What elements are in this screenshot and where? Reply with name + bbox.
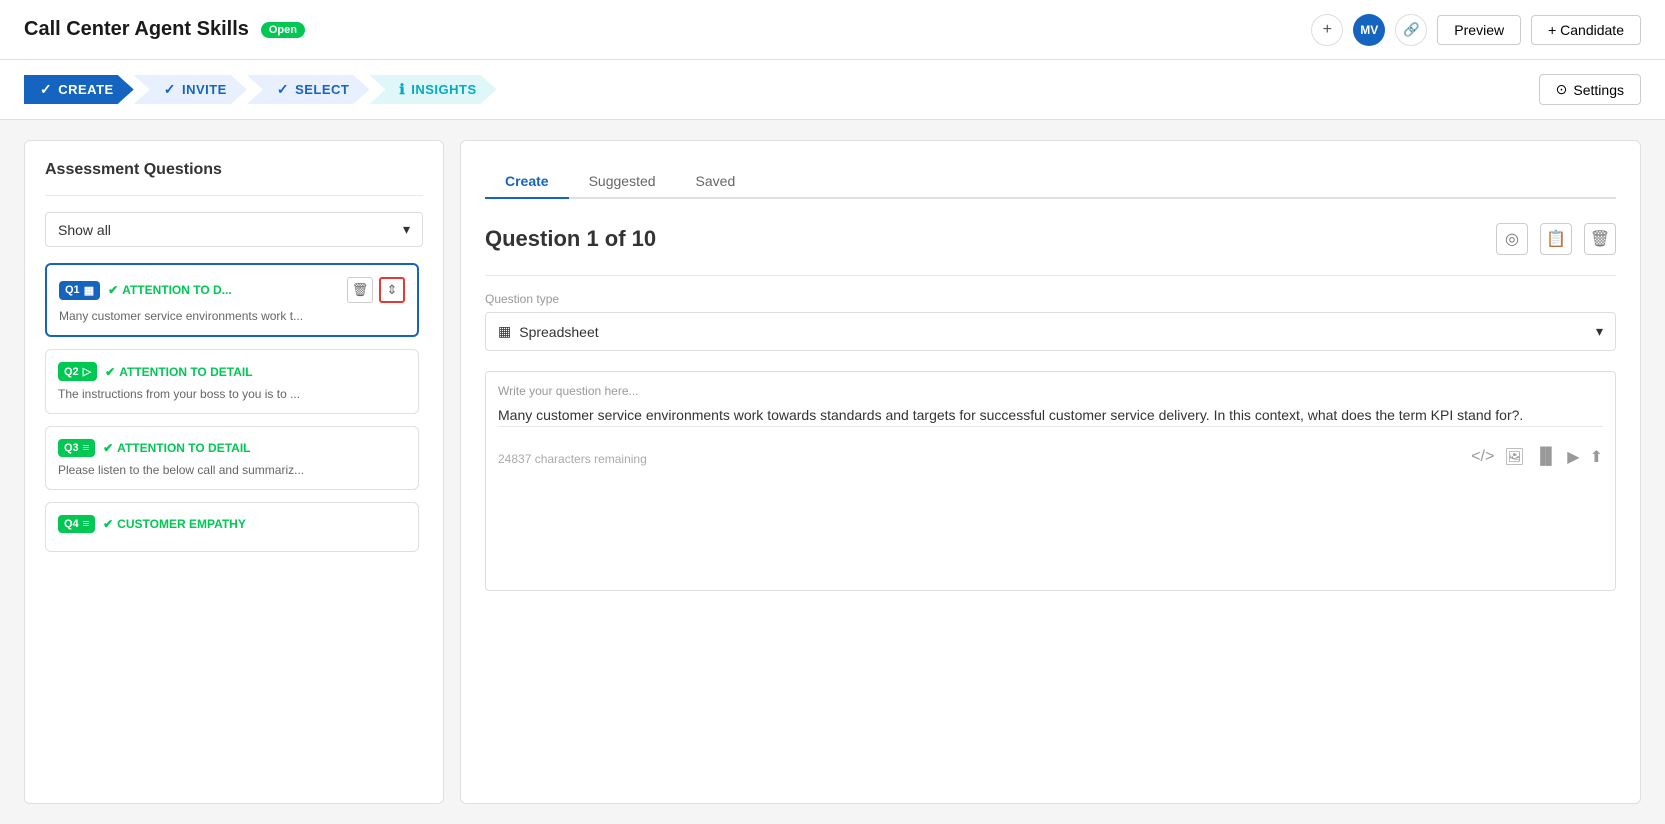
q3-text: Please listen to the below call and summ… bbox=[58, 463, 406, 477]
step-insights-label: INSIGHTS bbox=[411, 82, 476, 97]
header-left: Call Center Agent Skills Open bbox=[24, 18, 305, 41]
question-header: Question 1 of 10 ◎ 📋 🗑 bbox=[485, 223, 1616, 255]
question-text[interactable]: Many customer service environments work … bbox=[498, 404, 1603, 426]
question-card-4[interactable]: Q4 ≡ ✔ CUSTOMER EMPATHY bbox=[45, 502, 419, 552]
q1-header: Q1 ▦ ✔ ATTENTION TO D... 🗑 ⇕ bbox=[59, 277, 405, 303]
nav-steps: ✓ CREATE ✓ INVITE ✓ SELECT ℹ INSIGHTS bbox=[24, 75, 497, 104]
q4-number: Q4 ≡ bbox=[58, 515, 95, 533]
q2-text: The instructions from your boss to you i… bbox=[58, 387, 406, 401]
insights-info-icon: ℹ bbox=[399, 81, 405, 98]
q1-delete-button[interactable]: 🗑 bbox=[347, 277, 373, 303]
settings-label: Settings bbox=[1573, 82, 1624, 98]
radio-icon-button[interactable]: ◎ bbox=[1496, 223, 1528, 255]
question-icons: ◎ 📋 🗑 bbox=[1496, 223, 1616, 255]
q4-type-icon: ≡ bbox=[83, 518, 89, 530]
step-create-label: CREATE bbox=[58, 82, 113, 97]
question-card-2[interactable]: Q2 ▷ ✔ ATTENTION TO DETAIL The instructi… bbox=[45, 349, 419, 414]
left-panel: Assessment Questions Show all ▾ Q1 ▦ ✔ A… bbox=[24, 140, 444, 804]
q1-label: Q1 bbox=[65, 284, 80, 296]
avatar[interactable]: MV bbox=[1353, 14, 1385, 46]
q3-status-label: ATTENTION TO DETAIL bbox=[117, 441, 250, 455]
step-create[interactable]: ✓ CREATE bbox=[24, 75, 134, 104]
question-card-1[interactable]: Q1 ▦ ✔ ATTENTION TO D... 🗑 ⇕ Many custom… bbox=[45, 263, 419, 337]
q3-number: Q3 ≡ bbox=[58, 439, 95, 457]
question-type-select[interactable]: ▦ Spreadsheet ▾ bbox=[485, 312, 1616, 351]
candidate-button[interactable]: + Candidate bbox=[1531, 15, 1641, 45]
q2-type-icon: ▷ bbox=[83, 365, 91, 378]
page-title: Call Center Agent Skills bbox=[24, 18, 249, 41]
link-icon-button[interactable]: 🔗 bbox=[1395, 14, 1427, 46]
select-check-icon: ✓ bbox=[277, 81, 289, 98]
tab-saved[interactable]: Saved bbox=[676, 165, 756, 199]
char-count: 24837 characters remaining bbox=[498, 452, 647, 466]
q1-actions: 🗑 ⇕ bbox=[347, 277, 405, 303]
add-button[interactable]: + bbox=[1311, 14, 1343, 46]
q3-label: Q3 bbox=[64, 442, 79, 454]
create-check-icon: ✓ bbox=[40, 81, 52, 98]
select-chevron-icon: ▾ bbox=[1596, 323, 1603, 340]
q4-status-label: CUSTOMER EMPATHY bbox=[117, 517, 246, 531]
q2-status-label: ATTENTION TO DETAIL bbox=[119, 365, 252, 379]
q1-type-icon: ▦ bbox=[84, 284, 94, 297]
question-type-label: Question type bbox=[485, 292, 1616, 306]
code-icon-button[interactable]: </> bbox=[1471, 447, 1494, 467]
video-icon-button[interactable]: ▶ bbox=[1567, 447, 1579, 467]
settings-button[interactable]: ⊙ Settings bbox=[1539, 74, 1641, 105]
question-list: Q1 ▦ ✔ ATTENTION TO D... 🗑 ⇕ Many custom… bbox=[45, 263, 423, 564]
settings-gear-icon: ⊙ bbox=[1556, 81, 1568, 98]
main-content: Assessment Questions Show all ▾ Q1 ▦ ✔ A… bbox=[0, 120, 1665, 824]
question-textarea-container: Write your question here... Many custome… bbox=[485, 371, 1616, 591]
q1-status: ✔ ATTENTION TO D... bbox=[108, 283, 232, 297]
delete-icon-button[interactable]: 🗑 bbox=[1584, 223, 1616, 255]
question-write-label: Write your question here... bbox=[498, 384, 1603, 398]
app-header: Call Center Agent Skills Open + MV 🔗 Pre… bbox=[0, 0, 1665, 60]
textarea-actions: </> 🖼 ▐▌ ▶ ⬆ bbox=[1471, 447, 1603, 467]
spreadsheet-icon: ▦ bbox=[498, 323, 511, 340]
right-panel: Create Suggested Saved Question 1 of 10 … bbox=[460, 140, 1641, 804]
q2-label: Q2 bbox=[64, 366, 79, 378]
preview-button[interactable]: Preview bbox=[1437, 15, 1521, 45]
chevron-down-icon: ▾ bbox=[403, 221, 410, 238]
q4-header: Q4 ≡ ✔ CUSTOMER EMPATHY bbox=[58, 515, 406, 533]
q2-check-icon: ✔ bbox=[105, 365, 115, 379]
step-select-label: SELECT bbox=[295, 82, 349, 97]
q2-number: Q2 ▷ bbox=[58, 362, 97, 381]
step-insights[interactable]: ℹ INSIGHTS bbox=[369, 75, 496, 104]
tab-create[interactable]: Create bbox=[485, 165, 569, 199]
q3-type-icon: ≡ bbox=[83, 442, 89, 454]
filter-label: Show all bbox=[58, 222, 111, 238]
q3-check-icon: ✔ bbox=[103, 441, 113, 455]
upload-icon-button[interactable]: ⬆ bbox=[1590, 447, 1603, 467]
step-invite-label: INVITE bbox=[182, 82, 227, 97]
q2-header: Q2 ▷ ✔ ATTENTION TO DETAIL bbox=[58, 362, 406, 381]
q4-label: Q4 bbox=[64, 518, 79, 530]
q1-number: Q1 ▦ bbox=[59, 281, 100, 300]
question-type-section: Question type ▦ Spreadsheet ▾ bbox=[485, 292, 1616, 351]
q4-check-icon: ✔ bbox=[103, 517, 113, 531]
q3-header: Q3 ≡ ✔ ATTENTION TO DETAIL bbox=[58, 439, 406, 457]
tabs: Create Suggested Saved bbox=[485, 165, 1616, 199]
panel-title: Assessment Questions bbox=[45, 161, 423, 179]
q1-status-label: ATTENTION TO D... bbox=[122, 283, 232, 297]
audio-icon-button[interactable]: ▐▌ bbox=[1535, 447, 1558, 467]
filter-dropdown[interactable]: Show all ▾ bbox=[45, 212, 423, 247]
question-type-value: Spreadsheet bbox=[519, 324, 1596, 340]
q1-drag-handle[interactable]: ⇕ bbox=[379, 277, 405, 303]
step-invite[interactable]: ✓ INVITE bbox=[134, 75, 247, 104]
question-title: Question 1 of 10 bbox=[485, 226, 656, 252]
q4-status: ✔ CUSTOMER EMPATHY bbox=[103, 517, 246, 531]
q1-check-icon: ✔ bbox=[108, 283, 118, 297]
question-card-3[interactable]: Q3 ≡ ✔ ATTENTION TO DETAIL Please listen… bbox=[45, 426, 419, 490]
q1-text: Many customer service environments work … bbox=[59, 309, 405, 323]
q2-status: ✔ ATTENTION TO DETAIL bbox=[105, 365, 252, 379]
nav-bar: ✓ CREATE ✓ INVITE ✓ SELECT ℹ INSIGHTS ⊙ … bbox=[0, 60, 1665, 120]
image-icon-button[interactable]: 🖼 bbox=[1504, 447, 1524, 467]
q3-status: ✔ ATTENTION TO DETAIL bbox=[103, 441, 250, 455]
invite-check-icon: ✓ bbox=[164, 81, 176, 98]
tab-suggested[interactable]: Suggested bbox=[569, 165, 676, 199]
status-badge: Open bbox=[261, 22, 305, 38]
step-select[interactable]: ✓ SELECT bbox=[247, 75, 370, 104]
header-right: + MV 🔗 Preview + Candidate bbox=[1311, 14, 1641, 46]
copy-icon-button[interactable]: 📋 bbox=[1540, 223, 1572, 255]
